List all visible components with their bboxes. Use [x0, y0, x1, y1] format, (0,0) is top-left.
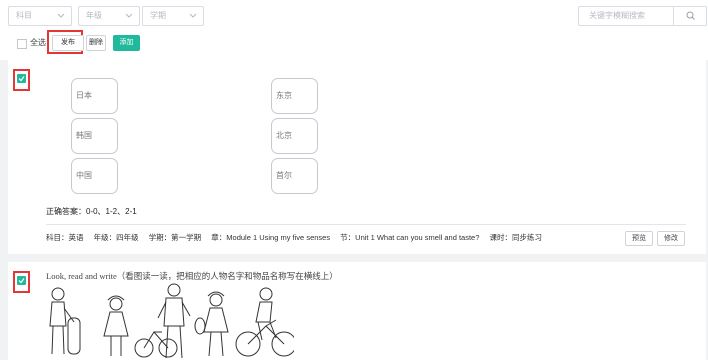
divider — [46, 224, 686, 225]
question-meta: 科目：英语 年级：四年级 学期：第一学期 章：Module 1 Using my… — [46, 232, 550, 243]
match-option-right[interactable]: 东京 — [271, 78, 318, 114]
meta-term: 学期：第一学期 — [148, 233, 202, 242]
subject-select-value: 科目 — [16, 11, 32, 20]
match-option-left[interactable]: 韩国 — [71, 118, 118, 154]
search-icon — [686, 11, 695, 20]
filter-toolbar: 科目 年级 学期 关键字模糊搜索 全选 发布 删除 添加 — [0, 0, 708, 60]
meta-grade: 年级：四年级 — [93, 233, 139, 242]
chevron-down-icon — [189, 13, 197, 18]
question-checkbox[interactable] — [17, 276, 26, 285]
publish-button[interactable]: 发布 — [52, 35, 84, 51]
subject-select[interactable]: 科目 — [8, 6, 72, 26]
chevron-down-icon — [57, 13, 65, 18]
match-option-left[interactable]: 日本 — [71, 78, 118, 114]
delete-button[interactable]: 删除 — [86, 35, 106, 51]
check-icon — [18, 76, 25, 82]
meta-section: 节：Unit 1 What can you smell and taste? — [340, 233, 480, 242]
select-all-checkbox[interactable] — [17, 39, 27, 49]
meta-subject: 科目：英语 — [46, 233, 84, 242]
match-option-right[interactable]: 首尔 — [271, 158, 318, 194]
grade-select[interactable]: 年级 — [78, 6, 140, 26]
match-option-left[interactable]: 中国 — [71, 158, 118, 194]
add-button[interactable]: 添加 — [113, 35, 140, 51]
meta-chapter: 章：Module 1 Using my five senses — [211, 233, 331, 242]
check-icon — [18, 278, 25, 284]
match-option-right[interactable]: 北京 — [271, 118, 318, 154]
term-select-value: 学期 — [150, 11, 166, 20]
preview-button[interactable]: 预览 — [625, 231, 653, 246]
edit-button[interactable]: 修改 — [657, 231, 685, 246]
correct-answer: 正确答案：0-0、1-2、2-1 — [46, 207, 137, 216]
grade-select-value: 年级 — [86, 11, 102, 20]
select-all-label: 全选 — [30, 38, 46, 47]
search-placeholder: 关键字模糊搜索 — [589, 11, 645, 20]
term-select[interactable]: 学期 — [142, 6, 204, 26]
question-title: Look, read and write（看图读一读，把相应的人物名字和物品名称… — [46, 271, 338, 281]
question-checkbox[interactable] — [17, 74, 26, 83]
chevron-down-icon — [125, 13, 133, 18]
search-button[interactable] — [673, 6, 707, 26]
meta-lesson: 课时：同步练习 — [489, 233, 543, 242]
search-input[interactable]: 关键字模糊搜索 — [578, 6, 674, 26]
children-illustration — [49, 283, 294, 359]
